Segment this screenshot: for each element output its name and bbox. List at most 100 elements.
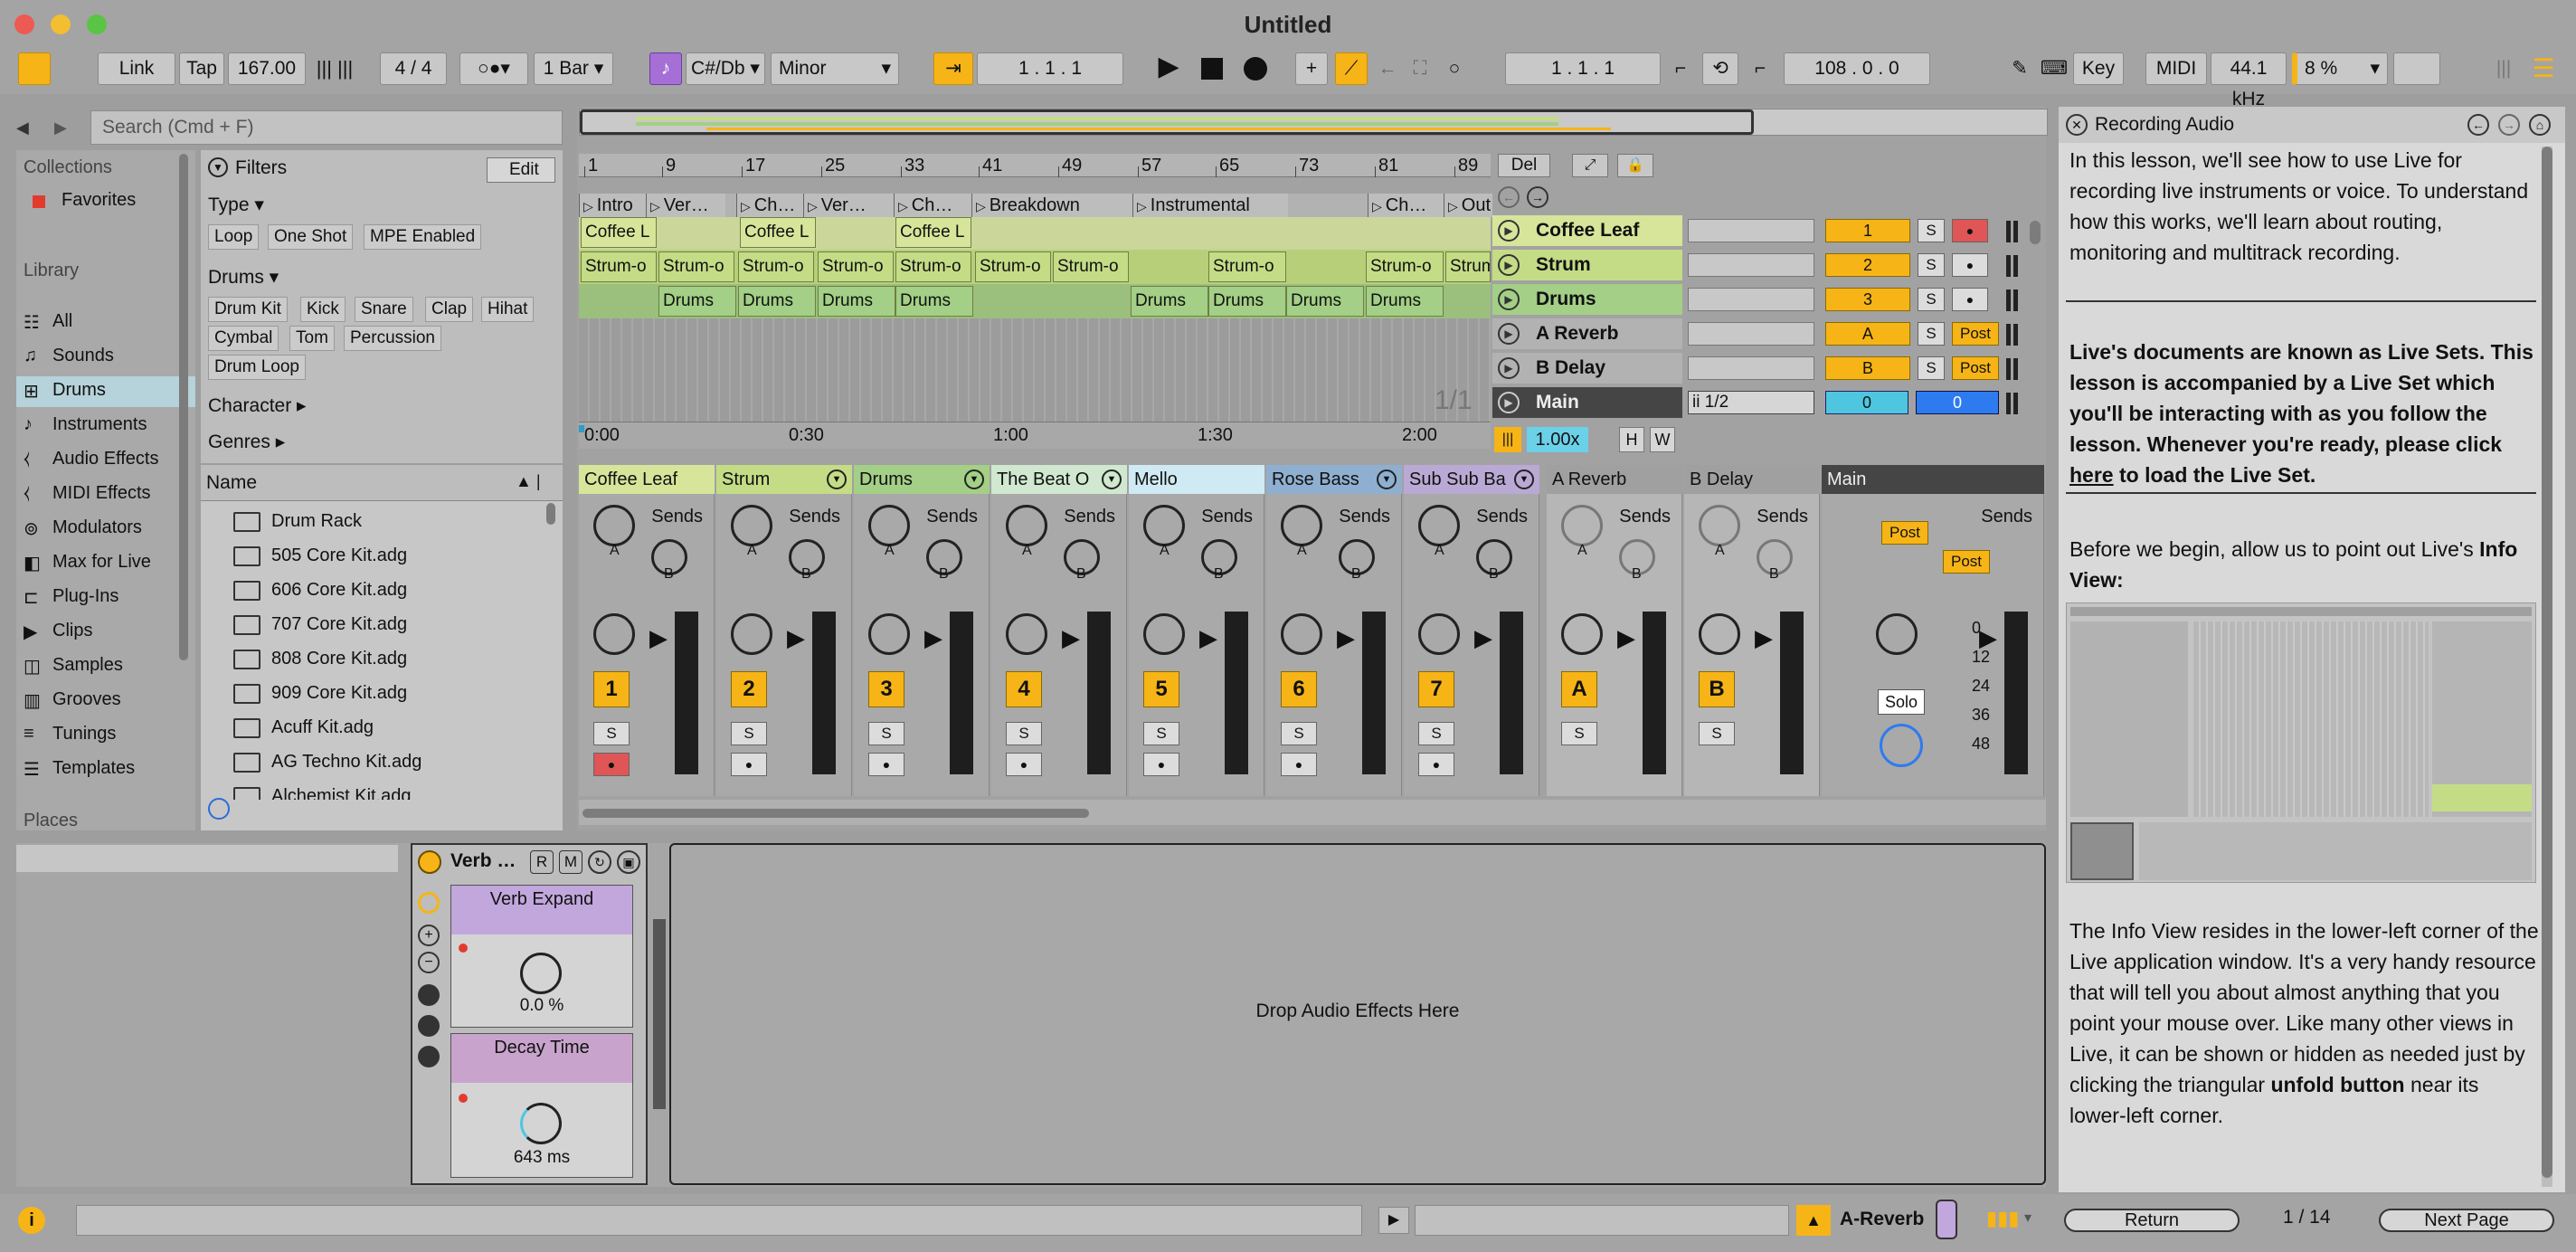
punch-in-icon[interactable]: ⌐ [1662, 52, 1699, 85]
track-fold-icon[interactable]: ▶ [1498, 392, 1520, 413]
info-icon[interactable]: i [18, 1207, 45, 1234]
file-item[interactable]: 505 Core Kit.adg [201, 541, 545, 572]
track-activator-strum[interactable]: 2 [1825, 253, 1910, 277]
track-monitor-post[interactable]: Post [1952, 356, 1999, 380]
scale-select[interactable]: Minor ▾ [771, 52, 899, 85]
key-map-button[interactable]: Key [2073, 52, 2124, 85]
send-a-knob[interactable] [731, 505, 772, 546]
help-close-icon[interactable]: ✕ [2066, 114, 2088, 136]
file-item[interactable]: 808 Core Kit.adg [201, 644, 545, 675]
rack-randomize-button[interactable]: R [530, 850, 554, 874]
channel-arm-icon[interactable]: ● [731, 753, 767, 776]
track-header-main[interactable]: ▶ Main [1492, 387, 1682, 418]
clip-strum[interactable]: Strum-o [1208, 251, 1286, 282]
library-item-all[interactable]: ☷ All [16, 308, 195, 338]
channel-fold-icon[interactable]: ▼ [964, 470, 984, 489]
metronome-icon[interactable]: ○●▾ [459, 52, 528, 85]
link-button[interactable]: Link [98, 52, 175, 85]
track-activator-button[interactable]: B [1699, 671, 1735, 707]
tag-clap[interactable]: Clap [425, 297, 474, 322]
return-button[interactable]: Return [2064, 1209, 2240, 1232]
zoom-field[interactable]: 1.00x [1527, 427, 1588, 452]
w-button[interactable]: W [1650, 427, 1675, 452]
track-activator-button[interactable]: 2 [731, 671, 767, 707]
track-header-b-delay[interactable]: ▶ B Delay [1492, 353, 1682, 384]
volume-fader-icon[interactable]: ▶ [924, 624, 942, 652]
mixer-horizontal-scrollbar[interactable] [582, 809, 1089, 818]
sidebar-scrollbar[interactable] [179, 154, 188, 660]
headphones-preview-icon[interactable] [208, 798, 230, 820]
computer-keyboard-icon[interactable]: ⌨ [2039, 52, 2069, 85]
track-activator-b-delay[interactable]: B [1825, 356, 1910, 380]
channel-solo-button[interactable]: S [593, 722, 630, 745]
track-fold-icon[interactable]: ▶ [1498, 323, 1520, 345]
edit-filters-button[interactable]: Edit [487, 157, 555, 183]
next-page-button[interactable]: Next Page [2379, 1209, 2554, 1232]
sort-ascending-icon[interactable]: ▲ | [516, 472, 541, 491]
loop-start-field[interactable]: 1 . 1 . 1 [1505, 52, 1661, 85]
send-a-knob[interactable] [1418, 505, 1460, 546]
track-activator-button[interactable]: 6 [1281, 671, 1317, 707]
tempo-field[interactable]: 167.00 [228, 52, 306, 85]
track-activator-button[interactable]: 4 [1006, 671, 1042, 707]
tap-tempo-button[interactable]: Tap [179, 52, 224, 85]
channel-header[interactable]: B Delay [1684, 465, 1820, 494]
pan-knob[interactable] [1561, 613, 1603, 655]
track-activator-button[interactable]: 1 [593, 671, 630, 707]
stop-icon[interactable] [1194, 52, 1230, 85]
tag-mpe-enabled[interactable]: MPE Enabled [364, 224, 482, 250]
map-mode-icon[interactable] [418, 1015, 440, 1037]
locator-marker[interactable]: ▷ Out [1444, 194, 1492, 217]
channel-fold-icon[interactable]: ▼ [827, 470, 847, 489]
snapshot-icon[interactable] [418, 984, 440, 1006]
browser-search-input[interactable]: Search (Cmd + F) [90, 110, 563, 145]
status-play-icon[interactable]: ▶ [1378, 1207, 1409, 1234]
favorites-item[interactable]: Favorites [62, 190, 136, 211]
macro-variations-icon[interactable] [418, 892, 440, 914]
channel-arm-icon[interactable]: ● [1143, 753, 1179, 776]
clip-coffee-leaf[interactable]: Coffee L [581, 217, 657, 248]
time-ruler[interactable] [579, 422, 1491, 449]
channel-solo-button[interactable]: S [1699, 722, 1735, 745]
track-activator-coffee-leaf[interactable]: 1 [1825, 219, 1910, 242]
locator-marker[interactable]: ▷ Ch… [1368, 194, 1444, 217]
library-item-instruments[interactable]: ♪ Instruments [16, 411, 195, 441]
file-list-scrollbar[interactable] [546, 503, 555, 525]
audio-effects-drop-area[interactable]: Drop Audio Effects Here [669, 843, 2046, 1185]
help-forward-icon[interactable]: → [2498, 114, 2520, 136]
channel-solo-button[interactable]: S [868, 722, 904, 745]
track-header-drums[interactable]: ▶ Drums [1492, 284, 1682, 315]
back-icon[interactable]: ◀ [16, 110, 36, 145]
clip-strum[interactable]: Strum-o [658, 251, 734, 282]
send-b-post-button[interactable]: Post [1943, 550, 1990, 574]
clip-coffee-leaf[interactable]: Coffee L [740, 217, 816, 248]
tracks-scrollbar[interactable] [2030, 221, 2041, 244]
clip-drums[interactable]: Drums [738, 286, 816, 317]
play-icon[interactable]: ▶ [1151, 52, 1187, 85]
volume-fader-icon[interactable]: ▶ [1474, 624, 1492, 652]
channel-arm-icon[interactable]: ● [868, 753, 904, 776]
file-item[interactable]: 707 Core Kit.adg [201, 610, 545, 640]
clip-drums[interactable]: Drums [1286, 286, 1364, 317]
pan-knob[interactable] [1143, 613, 1185, 655]
clip-strum[interactable]: Strum-o [1366, 251, 1444, 282]
volume-fader-icon[interactable]: ▶ [1062, 624, 1080, 652]
tag-tom[interactable]: Tom [289, 326, 335, 351]
library-item-tunings[interactable]: ≡ Tunings [16, 720, 195, 751]
track-activator-button[interactable]: A [1561, 671, 1597, 707]
clip-strum[interactable]: Strum-o [895, 251, 971, 282]
track-activator-drums[interactable]: 3 [1825, 288, 1910, 311]
device-resize-handle[interactable] [653, 919, 666, 1109]
tag-drum-loop[interactable]: Drum Loop [208, 355, 306, 380]
tag-cymbal[interactable]: Cymbal [208, 326, 279, 351]
tag-snare[interactable]: Snare [355, 297, 413, 322]
channel-solo-button[interactable]: S [1143, 722, 1179, 745]
track-input-field[interactable] [1688, 288, 1814, 311]
clip-strum[interactable]: Strum-o [818, 251, 894, 282]
genres-heading[interactable]: Genres ▸ [208, 431, 285, 453]
punch-out-icon[interactable]: ⌐ [1742, 52, 1778, 85]
track-solo-button[interactable]: S [1918, 322, 1945, 346]
clip-drums[interactable]: Drums [818, 286, 895, 317]
library-item-templates[interactable]: ☰ Templates [16, 754, 195, 785]
lane-coffee-leaf[interactable] [579, 217, 1491, 250]
